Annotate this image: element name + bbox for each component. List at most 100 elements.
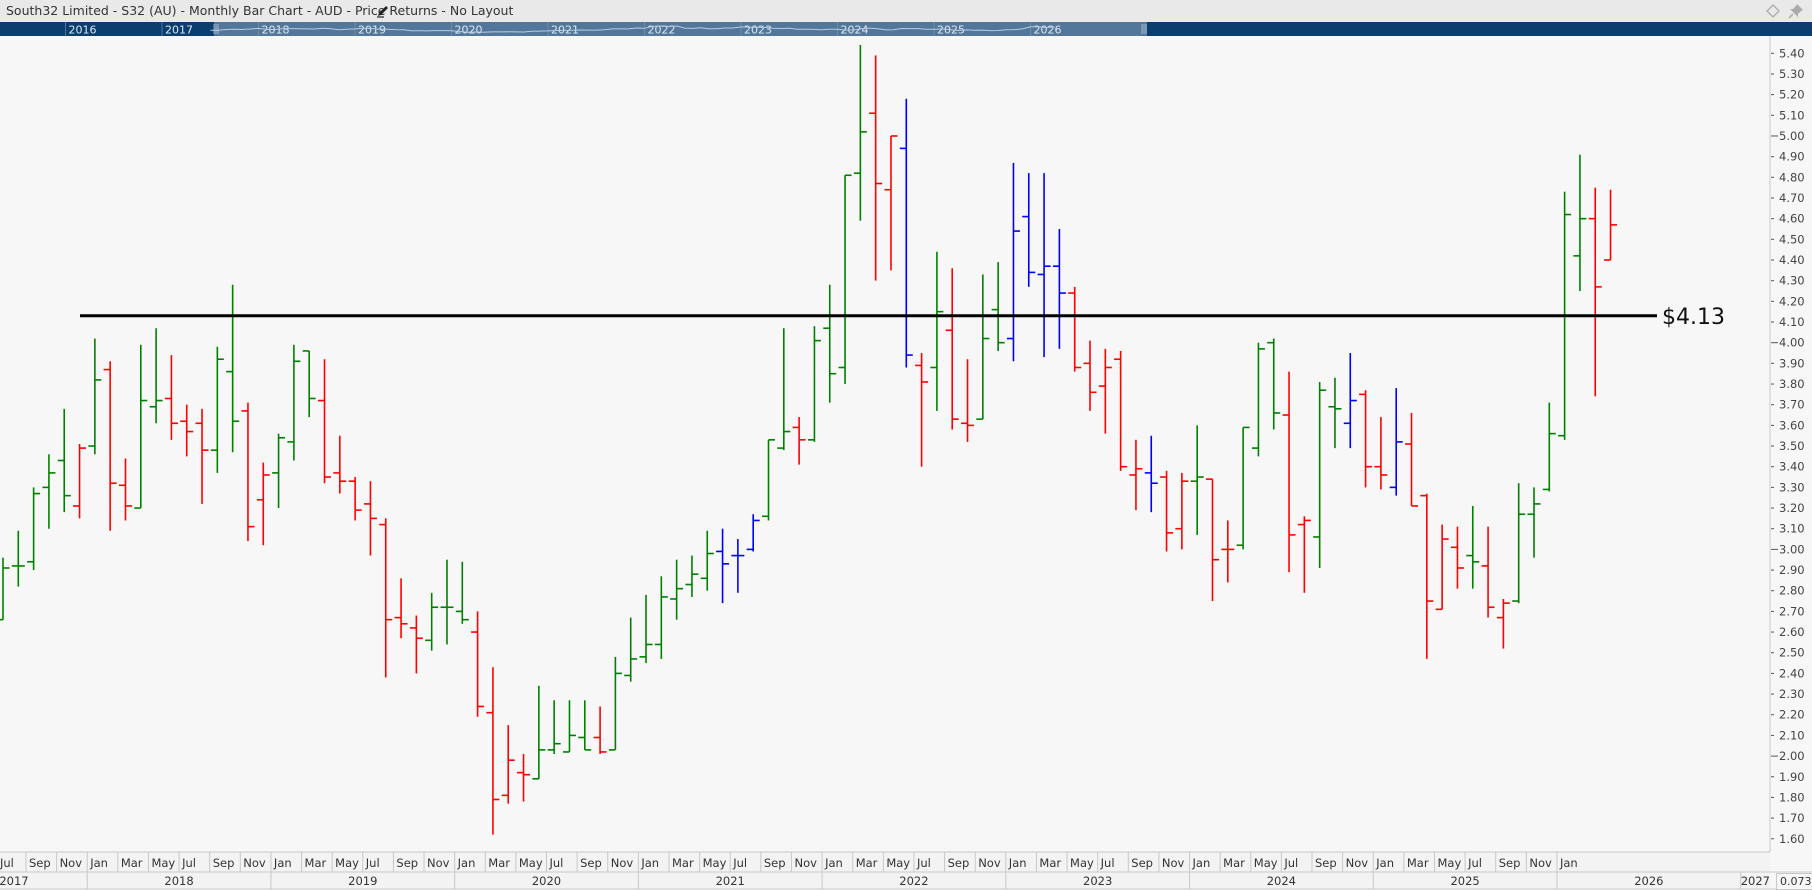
ohlc-bar[interactable] (1420, 493, 1434, 659)
ohlc-bar[interactable] (807, 326, 821, 442)
ohlc-bar[interactable] (700, 530, 714, 591)
ohlc-bar[interactable] (1297, 516, 1311, 593)
ohlc-bar[interactable] (930, 251, 944, 411)
pencil-icon[interactable] (376, 4, 390, 18)
ohlc-bar[interactable] (42, 454, 56, 529)
ohlc-bar[interactable] (1144, 435, 1158, 513)
ohlc-bar[interactable] (823, 284, 837, 403)
ohlc-bar[interactable] (685, 555, 699, 597)
ohlc-bar[interactable] (1037, 173, 1051, 358)
ohlc-bar[interactable] (945, 268, 959, 430)
ohlc-bar[interactable] (915, 353, 929, 467)
ohlc-bar[interactable] (1313, 381, 1327, 568)
ohlc-bar[interactable] (1496, 598, 1510, 649)
ohlc-bar[interactable] (409, 615, 423, 674)
ohlc-bar[interactable] (547, 700, 561, 755)
ohlc-bar[interactable] (118, 458, 132, 521)
ohlc-bar[interactable] (899, 98, 913, 368)
date-navigator[interactable]: 2015201620172018201920202021202220232024… (0, 22, 1812, 36)
ohlc-bar[interactable] (1098, 348, 1112, 434)
ohlc-bar[interactable] (1450, 526, 1464, 589)
ohlc-bar[interactable] (762, 439, 775, 521)
ohlc-bar[interactable] (517, 754, 531, 802)
ohlc-bar[interactable] (1389, 388, 1403, 496)
reference-line-group[interactable]: $4.13 (80, 305, 1725, 330)
ohlc-bar[interactable] (1405, 412, 1419, 507)
ohlc-bar[interactable] (1604, 189, 1618, 261)
ohlc-bar[interactable] (961, 359, 975, 442)
ohlc-bar[interactable] (425, 592, 439, 651)
ohlc-bar[interactable] (532, 685, 546, 780)
ohlc-bar[interactable] (501, 725, 515, 804)
ohlc-bar[interactable] (164, 355, 178, 440)
ohlc-bar[interactable] (27, 487, 41, 571)
ohlc-bar[interactable] (1435, 524, 1449, 611)
ohlc-bar[interactable] (210, 346, 224, 473)
ohlc-bar[interactable] (654, 576, 668, 659)
ohlc-bar[interactable] (241, 402, 255, 542)
ohlc-bar[interactable] (1022, 173, 1036, 287)
ohlc-bar[interactable] (195, 408, 209, 504)
ohlc-bar[interactable] (746, 514, 760, 552)
ohlc-bar[interactable] (731, 539, 745, 593)
ohlc-bar[interactable] (624, 617, 638, 682)
ohlc-bar[interactable] (1512, 483, 1526, 604)
ohlc-bar[interactable] (57, 408, 71, 513)
ohlc-bar[interactable] (180, 404, 194, 457)
y-axis[interactable]: 5.40 5.30 5.20 5.10 5.00 4.90 4.80 4.70 4.60 4.50… (1769, 36, 1812, 852)
ohlc-bar[interactable] (670, 559, 684, 620)
ohlc-bar[interactable] (318, 359, 332, 484)
ohlc-bar[interactable] (226, 284, 240, 453)
ohlc-bar[interactable] (1129, 439, 1143, 511)
ohlc-bar[interactable] (853, 45, 867, 221)
ohlc-bar[interactable] (1527, 487, 1541, 558)
ohlc-bar[interactable] (1068, 286, 1082, 372)
ohlc-bar[interactable] (593, 706, 607, 755)
x-axis[interactable]: Jul Sep Nov Jan Mar May Jul Sep Nov Jan Mar May Jul S… (0, 851, 1812, 890)
ohlc-bar[interactable] (1588, 187, 1602, 397)
ohlc-bar[interactable] (363, 481, 377, 556)
ohlc-bar[interactable] (486, 667, 500, 835)
ohlc-bar[interactable] (1006, 162, 1020, 362)
ohlc-bar[interactable] (134, 344, 148, 509)
ohlc-bar[interactable] (792, 417, 806, 465)
ohlc-bar[interactable] (256, 462, 270, 546)
ohlc-bar[interactable] (333, 435, 347, 494)
ohlc-bar[interactable] (287, 344, 301, 461)
ohlc-bar[interactable] (471, 611, 485, 717)
ohlc-bar[interactable] (1221, 520, 1235, 583)
ohlc-bar[interactable] (777, 328, 791, 451)
ohlc-bar[interactable] (1236, 426, 1250, 550)
ohlc-bar[interactable] (1175, 472, 1189, 550)
ohlc-bar[interactable] (0, 557, 10, 621)
ohlc-bar[interactable] (11, 530, 25, 587)
ohlc-bar[interactable] (1542, 402, 1556, 492)
ohlc-bar[interactable] (1083, 340, 1097, 411)
ohlc-bar[interactable] (869, 55, 883, 281)
ohlc-bar[interactable] (73, 443, 87, 519)
ohlc-bar[interactable] (1052, 228, 1066, 349)
ohlc-bar[interactable] (1466, 505, 1480, 589)
ohlc-bar[interactable] (1205, 478, 1219, 602)
ohlc-bar[interactable] (272, 433, 286, 509)
ohlc-bar[interactable] (302, 350, 316, 418)
ohlc-bar[interactable] (716, 528, 730, 604)
ohlc-bar[interactable] (103, 361, 117, 531)
ohlc-bar[interactable] (149, 328, 163, 424)
ohlc-bar[interactable] (562, 700, 576, 753)
ohlc-bar[interactable] (88, 338, 102, 455)
ohlc-bar[interactable] (1328, 377, 1342, 449)
ohlc-bar[interactable] (1573, 154, 1587, 292)
ohlc-bar[interactable] (1160, 470, 1174, 552)
ohlc-bar[interactable] (976, 274, 990, 420)
ohlc-bar[interactable] (639, 594, 653, 664)
diamond-icon[interactable] (1766, 4, 1780, 18)
ohlc-bar[interactable] (348, 477, 362, 521)
ohlc-bar[interactable] (1359, 390, 1373, 488)
ohlc-bar[interactable] (379, 518, 393, 678)
price-chart[interactable]: $4.13 5.40 5.30 5.20 5.10 5.00 4.90 4.80 4.70 4.… (0, 0, 1812, 890)
pin-icon[interactable] (1788, 3, 1804, 19)
ohlc-bar[interactable] (1282, 371, 1296, 573)
ohlc-bar[interactable] (608, 656, 622, 751)
ohlc-bar[interactable] (455, 561, 469, 624)
